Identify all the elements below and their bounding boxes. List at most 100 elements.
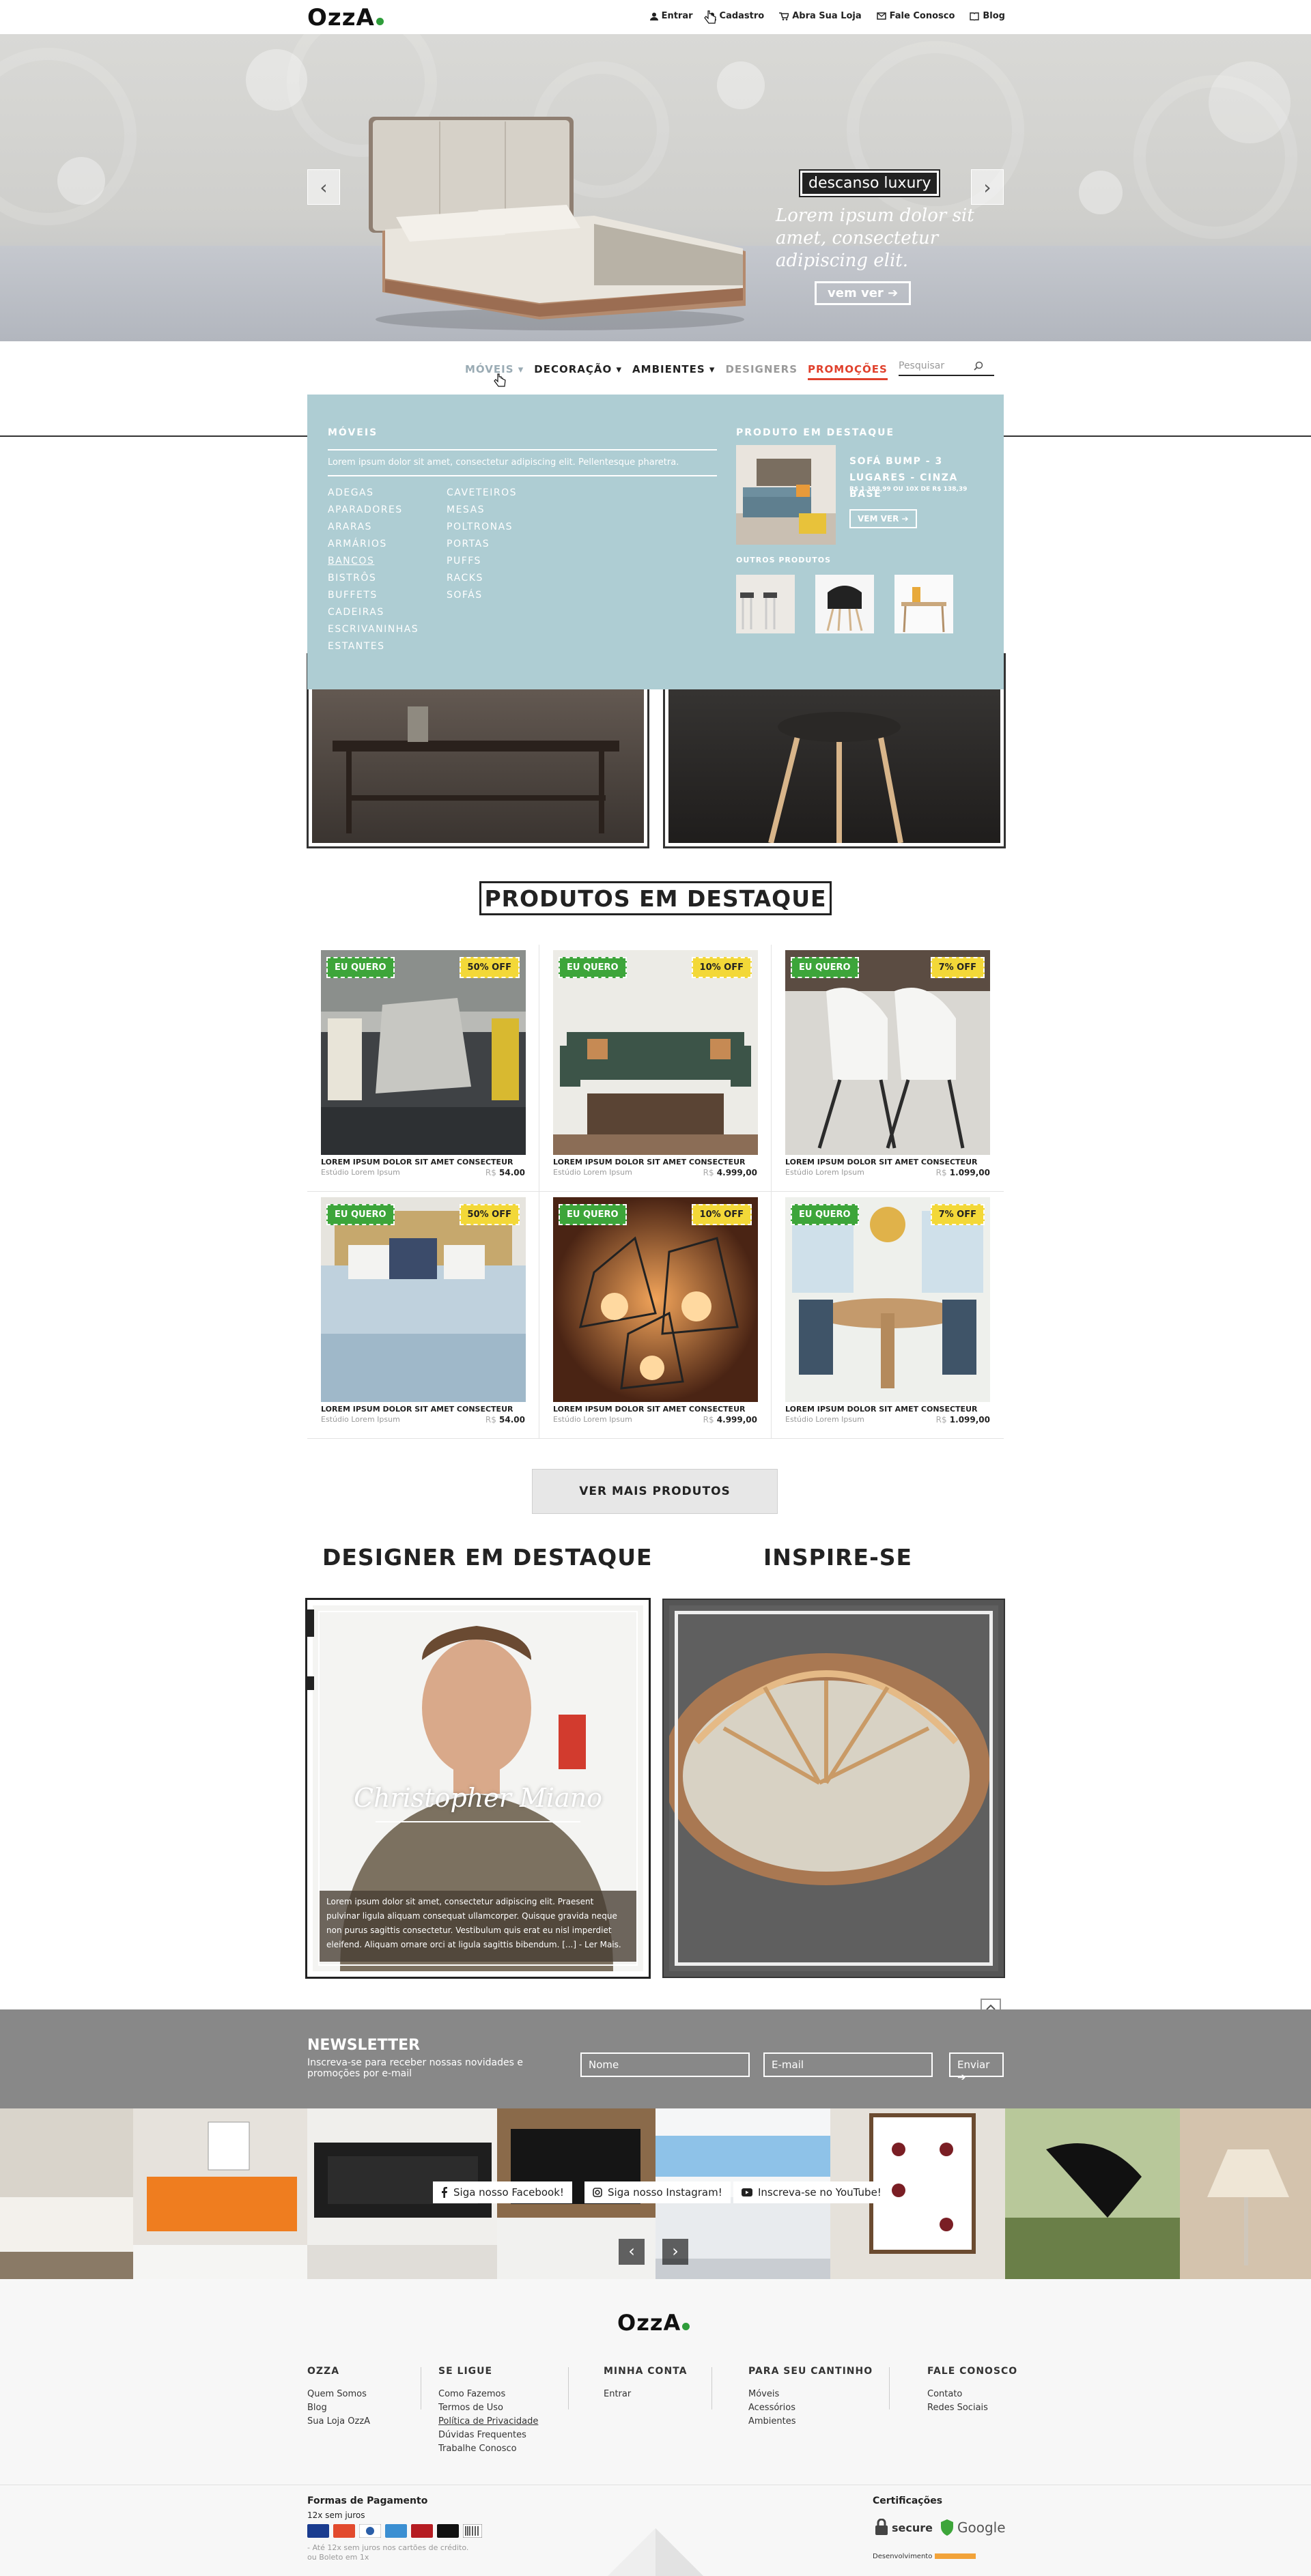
hero-carousel: ‹ › descanso luxury Lorem ipsum dolor si…	[0, 34, 1311, 341]
inspire-card[interactable]	[662, 1599, 1005, 1978]
developer-credit[interactable]: Desenvolvimento	[873, 2553, 976, 2560]
nav-item-ambientes[interactable]: AMBIENTES ▾	[632, 363, 715, 380]
footer-link[interactable]: Política de Privacidade	[438, 2415, 538, 2429]
menu-item[interactable]: ARMÁRIOS	[328, 536, 419, 553]
footer-link[interactable]: Termos de Uso	[438, 2401, 538, 2415]
hero-prev-button[interactable]: ‹	[307, 169, 340, 205]
want-badge[interactable]: EU QUERO	[326, 957, 395, 978]
mega-intro: Lorem ipsum dolor sit amet, consectetur …	[328, 457, 679, 468]
login-link[interactable]: Entrar	[649, 11, 693, 21]
newsletter-subtitle: Inscreva-se para receber nossas novidade…	[307, 2057, 523, 2079]
menu-item[interactable]: CAVETEIROS	[447, 485, 517, 502]
footer-logo[interactable]: OzzA	[617, 2310, 690, 2336]
hero-cta-button[interactable]: vem ver ➔	[815, 281, 912, 305]
facebook-follow-button[interactable]: Siga nosso Facebook!	[433, 2181, 572, 2203]
product-card[interactable]: EU QUERO 7% OFF LOREM IPSUM DOLOR SIT AM…	[772, 945, 1004, 1192]
instagram-follow-button[interactable]: Siga nosso Instagram!	[584, 2181, 731, 2203]
nav-item-promocoes[interactable]: PROMOÇÕES	[808, 363, 888, 380]
want-badge[interactable]: EU QUERO	[559, 1204, 627, 1225]
footer-col-para-seu-cantinho: PARA SEU CANTINHO Móveis Acessórios Ambi…	[748, 2364, 873, 2429]
menu-item[interactable]: PORTAS	[447, 536, 517, 553]
mega-menu: MÓVEIS Lorem ipsum dolor sit amet, conse…	[307, 395, 1004, 689]
youtube-subscribe-button[interactable]: Inscreva-se no YouTube!	[733, 2181, 890, 2203]
product-card[interactable]: EU QUERO 10% OFF LOREM IPSUM DOLOR SIT A…	[539, 945, 772, 1192]
footer-separator	[568, 2367, 569, 2409]
menu-item[interactable]: APARADORES	[328, 502, 419, 519]
product-card[interactable]: EU QUERO 10% OFF LOREM IPSUM DOLOR SIT A…	[539, 1192, 772, 1439]
footer-link[interactable]: Ambientes	[748, 2415, 873, 2429]
footer-link[interactable]: Como Fazemos	[438, 2388, 538, 2401]
footer-link[interactable]: Acessórios	[748, 2401, 873, 2415]
footer-link[interactable]: Redes Sociais	[927, 2401, 1017, 2415]
want-badge[interactable]: EU QUERO	[559, 957, 627, 978]
featured-product-button[interactable]: VEM VER ➔	[849, 509, 917, 528]
product-name[interactable]: LOREM IPSUM DOLOR SIT AMET CONSECTEUR	[553, 1158, 745, 1167]
footer-link[interactable]: Móveis	[748, 2388, 873, 2401]
menu-item[interactable]: ADEGAS	[328, 485, 419, 502]
google-seal[interactable]: Google	[940, 2519, 1006, 2536]
other-product-chair[interactable]	[815, 575, 874, 633]
search-icon[interactable]	[974, 361, 983, 371]
product-card[interactable]: EU QUERO 50% OFF LOREM IPSUM DOLOR SIT A…	[307, 945, 539, 1192]
mega-menu-title: MÓVEIS	[328, 427, 378, 438]
want-badge[interactable]: EU QUERO	[326, 1204, 395, 1225]
light-bokeh	[57, 157, 105, 205]
product-name[interactable]: LOREM IPSUM DOLOR SIT AMET CONSECTEUR	[321, 1405, 513, 1414]
product-name[interactable]: LOREM IPSUM DOLOR SIT AMET CONSECTEUR	[553, 1405, 745, 1414]
menu-item[interactable]: CADEIRAS	[328, 604, 419, 621]
menu-item[interactable]: POLTRONAS	[447, 519, 517, 536]
featured-product-name[interactable]: SOFÁ BUMP - 3 LUGARES - CINZA BASE	[849, 453, 983, 502]
featured-product-image[interactable]	[736, 445, 836, 545]
strip-image-orange-cabinet	[133, 2108, 307, 2279]
menu-item[interactable]: PUFFS	[447, 553, 517, 570]
menu-item[interactable]: BUFFETS	[328, 587, 419, 604]
hero-next-button[interactable]: ›	[971, 169, 1004, 205]
menu-item[interactable]: ESTANTES	[328, 638, 419, 655]
menu-item[interactable]: SOFÁS	[447, 587, 517, 604]
product-image-white-chairs	[785, 950, 990, 1155]
menu-item[interactable]: ARARAS	[328, 519, 419, 536]
visa-icon	[307, 2524, 329, 2538]
menu-item[interactable]: BISTRÔS	[328, 570, 419, 587]
newsletter-name-input[interactable]: Nome	[580, 2052, 750, 2077]
logo[interactable]: OzzA	[307, 4, 384, 31]
search-input[interactable]: Pesquisar	[899, 360, 994, 376]
menu-item[interactable]: RACKS	[447, 570, 517, 587]
footer-col-minha-conta: MINHA CONTA Entrar	[604, 2364, 687, 2401]
products-section-title: PRODUTOS EM DESTAQUE	[479, 881, 832, 915]
want-badge[interactable]: EU QUERO	[791, 1204, 859, 1225]
product-card[interactable]: EU QUERO 50% OFF LOREM IPSUM DOLOR SIT A…	[307, 1192, 539, 1439]
nav-item-decoracao[interactable]: DECORAÇÃO ▾	[534, 363, 622, 380]
footer-link[interactable]: Trabalhe Conosco	[438, 2442, 538, 2456]
newsletter-email-input[interactable]: E-mail	[763, 2052, 933, 2077]
secure-seal[interactable]: secure	[874, 2519, 933, 2536]
discount-badge: 10% OFF	[691, 1204, 752, 1225]
want-badge[interactable]: EU QUERO	[791, 957, 859, 978]
product-name[interactable]: LOREM IPSUM DOLOR SIT AMET CONSECTEUR	[785, 1158, 977, 1167]
footer-link[interactable]: Entrar	[604, 2388, 687, 2401]
footer-col-title: OZZA	[307, 2366, 340, 2377]
footer-link[interactable]: Dúvidas Frequentes	[438, 2429, 538, 2442]
product-name[interactable]: LOREM IPSUM DOLOR SIT AMET CONSECTEUR	[321, 1158, 513, 1167]
newsletter-submit-button[interactable]: Enviar ➔	[949, 2052, 1004, 2083]
footer-link[interactable]: Sua Loja OzzA	[307, 2415, 370, 2429]
other-product-table[interactable]	[894, 575, 953, 633]
product-card[interactable]: EU QUERO 7% OFF LOREM IPSUM DOLOR SIT AM…	[772, 1192, 1004, 1439]
menu-item[interactable]: MESAS	[447, 502, 517, 519]
product-name[interactable]: LOREM IPSUM DOLOR SIT AMET CONSECTEUR	[785, 1405, 977, 1414]
designer-name[interactable]: Christopher Miano	[313, 1783, 643, 1813]
menu-item[interactable]: BANCOS	[328, 553, 419, 570]
nav-item-designers[interactable]: DESIGNERS	[725, 363, 798, 380]
designer-card[interactable]: Christopher Miano Lorem ipsum dolor sit …	[305, 1598, 651, 1979]
strip-next-button[interactable]: ›	[662, 2239, 688, 2265]
other-product-stools[interactable]	[736, 575, 795, 633]
footer-link[interactable]: Quem Somos	[307, 2388, 370, 2401]
strip-prev-button[interactable]: ‹	[619, 2239, 645, 2265]
open-store-link[interactable]: Abra Sua Loja	[779, 11, 862, 21]
more-products-button[interactable]: VER MAIS PRODUTOS	[532, 1469, 778, 1514]
contact-link[interactable]: Fale Conosco	[876, 11, 955, 21]
menu-item[interactable]: ESCRIVANINHAS	[328, 621, 419, 638]
footer-link[interactable]: Blog	[307, 2401, 370, 2415]
footer-link[interactable]: Contato	[927, 2388, 1017, 2401]
blog-link[interactable]: Blog	[970, 11, 1005, 21]
